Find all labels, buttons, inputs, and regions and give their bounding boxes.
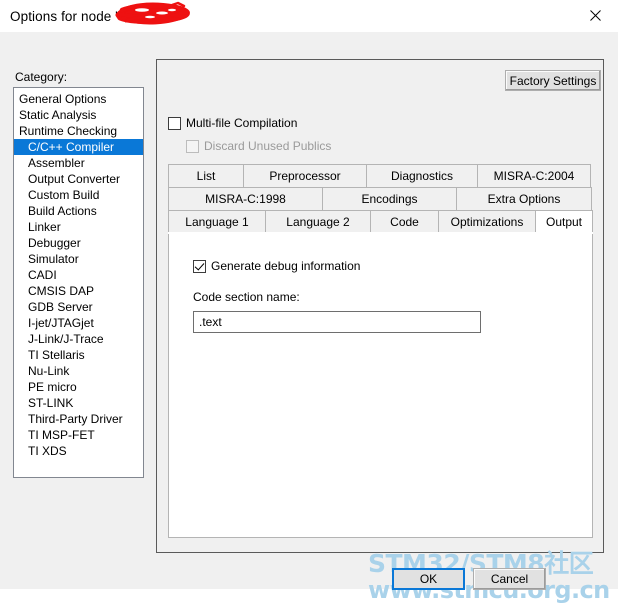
discard-unused-publics-checkbox xyxy=(186,139,199,153)
tab-list[interactable]: List xyxy=(168,164,244,187)
tab-language-1[interactable]: Language 1 xyxy=(168,210,266,233)
title-bar: Options for node " xyxy=(0,0,618,32)
factory-settings-button[interactable]: Factory Settings xyxy=(505,70,601,91)
category-item-linker[interactable]: Linker xyxy=(14,219,143,235)
tab-misra-c-1998[interactable]: MISRA-C:1998 xyxy=(168,187,323,210)
category-item-pe-micro[interactable]: PE micro xyxy=(14,379,143,395)
category-item-runtime-checking[interactable]: Runtime Checking xyxy=(14,123,143,139)
category-item-debugger[interactable]: Debugger xyxy=(14,235,143,251)
tab-panel-output: Generate debug information Code section … xyxy=(168,233,593,538)
close-icon xyxy=(589,10,601,21)
multi-file-compilation-label: Multi-file Compilation xyxy=(186,116,298,130)
window-title: Options for node " xyxy=(10,8,121,24)
category-item-ti-stellaris[interactable]: TI Stellaris xyxy=(14,347,143,363)
category-label: Category: xyxy=(15,70,68,84)
code-section-name-input[interactable] xyxy=(193,311,481,333)
tab-output[interactable]: Output xyxy=(535,210,593,233)
tab-row-1: List Preprocessor Diagnostics MISRA-C:2004 xyxy=(168,164,593,187)
category-item-st-link[interactable]: ST-LINK xyxy=(14,395,143,411)
category-item-assembler[interactable]: Assembler xyxy=(14,155,143,171)
category-item-ti-xds[interactable]: TI XDS xyxy=(14,443,143,459)
category-item-general-options[interactable]: General Options xyxy=(14,91,143,107)
tab-row-2: MISRA-C:1998 Encodings Extra Options xyxy=(168,187,593,210)
generate-debug-information-checkbox[interactable] xyxy=(193,259,206,273)
code-section-name-label: Code section name: xyxy=(193,290,300,304)
discard-unused-publics-checkbox-row: Discard Unused Publics xyxy=(186,139,331,153)
tab-code[interactable]: Code xyxy=(370,210,439,233)
category-listbox[interactable]: General Options Static Analysis Runtime Ch… xyxy=(13,87,144,478)
multi-file-compilation-checkbox[interactable] xyxy=(168,116,181,130)
category-item-gdb-server[interactable]: GDB Server xyxy=(14,299,143,315)
tab-encodings[interactable]: Encodings xyxy=(322,187,457,210)
ok-button[interactable]: OK xyxy=(392,568,465,590)
multi-file-compilation-checkbox-row[interactable]: Multi-file Compilation xyxy=(168,116,297,130)
category-item-i-jet-jtagjet[interactable]: I-jet/JTAGjet xyxy=(14,315,143,331)
dialog-body: Category: General Options Static Analysis… xyxy=(0,32,618,603)
generate-debug-information-checkbox-row[interactable]: Generate debug information xyxy=(193,259,360,273)
tab-strip[interactable]: List Preprocessor Diagnostics MISRA-C:2004 M… xyxy=(168,164,593,233)
close-button[interactable] xyxy=(572,0,618,31)
category-item-c-c-compiler[interactable]: C/C++ Compiler xyxy=(14,139,143,155)
category-item-third-party-driver[interactable]: Third-Party Driver xyxy=(14,411,143,427)
category-item-simulator[interactable]: Simulator xyxy=(14,251,143,267)
category-item-custom-build[interactable]: Custom Build xyxy=(14,187,143,203)
generate-debug-information-label: Generate debug information xyxy=(211,259,361,273)
category-item-ti-msp-fet[interactable]: TI MSP-FET xyxy=(14,427,143,443)
category-item-j-link-j-trace[interactable]: J-Link/J-Trace xyxy=(14,331,143,347)
category-item-build-actions[interactable]: Build Actions xyxy=(14,203,143,219)
options-panel: Factory Settings Multi-file Compilation … xyxy=(156,59,604,553)
cancel-button[interactable]: Cancel xyxy=(473,568,546,590)
tab-language-2[interactable]: Language 2 xyxy=(265,210,371,233)
tab-optimizations[interactable]: Optimizations xyxy=(438,210,536,233)
discard-unused-publics-label: Discard Unused Publics xyxy=(204,139,332,153)
tab-panel-seam xyxy=(168,232,593,234)
category-item-cmsis-dap[interactable]: CMSIS DAP xyxy=(14,283,143,299)
category-item-nu-link[interactable]: Nu-Link xyxy=(14,363,143,379)
tab-diagnostics[interactable]: Diagnostics xyxy=(366,164,478,187)
category-item-static-analysis[interactable]: Static Analysis xyxy=(14,107,143,123)
red-scribble-redaction-icon xyxy=(115,1,190,25)
tab-misra-c-2004[interactable]: MISRA-C:2004 xyxy=(477,164,591,187)
tab-extra-options[interactable]: Extra Options xyxy=(456,187,592,210)
category-item-cadi[interactable]: CADI xyxy=(14,267,143,283)
tab-preprocessor[interactable]: Preprocessor xyxy=(243,164,367,187)
tab-row-3: Language 1 Language 2 Code Optimizations Out… xyxy=(168,210,593,233)
category-item-output-converter[interactable]: Output Converter xyxy=(14,171,143,187)
